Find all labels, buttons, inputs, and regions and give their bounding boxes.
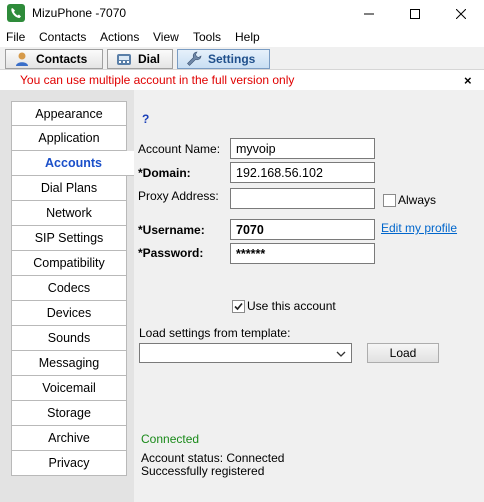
- load-button[interactable]: Load: [367, 343, 439, 363]
- registration-status-text: Successfully registered: [141, 464, 265, 478]
- dial-button[interactable]: Dial: [107, 49, 173, 69]
- minimize-button[interactable]: [346, 0, 392, 27]
- menu-contacts[interactable]: Contacts: [39, 30, 86, 44]
- sidebar-item-network[interactable]: Network: [11, 201, 127, 226]
- sidebar-item-sounds[interactable]: Sounds: [11, 326, 127, 351]
- menu-help[interactable]: Help: [235, 30, 260, 44]
- menu-actions[interactable]: Actions: [100, 30, 139, 44]
- sidebar-item-application[interactable]: Application: [11, 126, 127, 151]
- menu-tools[interactable]: Tools: [193, 30, 221, 44]
- close-icon: [456, 8, 466, 19]
- edit-profile-link[interactable]: Edit my profile: [381, 221, 457, 235]
- load-button-label: Load: [389, 346, 417, 360]
- password-field[interactable]: [230, 243, 375, 264]
- sidebar-item-privacy[interactable]: Privacy: [11, 451, 127, 476]
- settings-sidebar: Appearance Application Accounts Dial Pla…: [11, 101, 135, 476]
- notice-close-button[interactable]: ×: [464, 73, 472, 88]
- minimize-icon: [364, 13, 374, 14]
- notice-bar: You can use multiple account in the full…: [0, 70, 484, 90]
- phone-app-icon: [7, 4, 25, 22]
- sidebar-item-storage[interactable]: Storage: [11, 401, 127, 426]
- close-window-button[interactable]: [438, 0, 484, 27]
- sidebar-item-devices[interactable]: Devices: [11, 301, 127, 326]
- sidebar-item-appearance[interactable]: Appearance: [11, 101, 127, 126]
- username-field[interactable]: [230, 219, 375, 240]
- menu-file[interactable]: File: [6, 30, 25, 44]
- contact-person-icon: [16, 52, 28, 66]
- sidebar-item-voicemail[interactable]: Voicemail: [11, 376, 127, 401]
- contacts-button[interactable]: Contacts: [5, 49, 103, 69]
- account-status-text: Account status: Connected: [141, 451, 285, 465]
- toolbar: Contacts Dial Settings: [0, 47, 484, 70]
- template-dropdown[interactable]: [139, 343, 352, 363]
- maximize-icon: [410, 8, 420, 19]
- maximize-button[interactable]: [392, 0, 438, 27]
- checkmark-icon: [234, 302, 243, 311]
- template-label: Load settings from template:: [139, 326, 291, 340]
- always-label: Always: [398, 193, 437, 207]
- menu-view[interactable]: View: [153, 30, 179, 44]
- connection-status: Connected: [141, 432, 200, 446]
- notice-text: You can use multiple account in the full…: [20, 73, 295, 87]
- sidebar-item-archive[interactable]: Archive: [11, 426, 127, 451]
- chevron-down-icon: [336, 351, 346, 357]
- account-name-label: Account Name:: [138, 142, 221, 156]
- proxy-address-label: Proxy Address:: [138, 189, 219, 203]
- window-title: MizuPhone -7070: [32, 6, 127, 20]
- username-label: *Username:: [138, 223, 205, 237]
- sidebar-item-accounts[interactable]: Accounts: [11, 151, 135, 176]
- settings-area: Appearance Application Accounts Dial Pla…: [0, 90, 484, 502]
- accounts-panel: ? Account Name: *Domain: Proxy Address: …: [134, 90, 484, 502]
- sidebar-item-messaging[interactable]: Messaging: [11, 351, 127, 376]
- password-label: *Password:: [138, 246, 204, 260]
- domain-field[interactable]: [230, 162, 375, 183]
- always-checkbox[interactable]: [383, 194, 396, 207]
- proxy-address-field[interactable]: [230, 188, 375, 209]
- contacts-button-label: Contacts: [36, 52, 88, 66]
- settings-button-label: Settings: [208, 52, 256, 66]
- settings-button[interactable]: Settings: [177, 49, 270, 69]
- sidebar-item-compatibility[interactable]: Compatibility: [11, 251, 127, 276]
- help-link[interactable]: ?: [142, 112, 149, 126]
- sidebar-item-sip-settings[interactable]: SIP Settings: [11, 226, 127, 251]
- dial-button-label: Dial: [138, 52, 161, 66]
- sidebar-item-dial-plans[interactable]: Dial Plans: [11, 176, 127, 201]
- account-name-field[interactable]: [230, 138, 375, 159]
- dialpad-icon: [117, 54, 131, 65]
- use-account-label: Use this account: [247, 299, 336, 313]
- sidebar-item-codecs[interactable]: Codecs: [11, 276, 127, 301]
- title-bar: MizuPhone -7070: [0, 0, 484, 27]
- domain-label: *Domain:: [138, 166, 191, 180]
- wrench-icon: [187, 51, 202, 66]
- use-account-checkbox[interactable]: [232, 300, 245, 313]
- menu-bar: File Contacts Actions View Tools Help: [0, 27, 484, 47]
